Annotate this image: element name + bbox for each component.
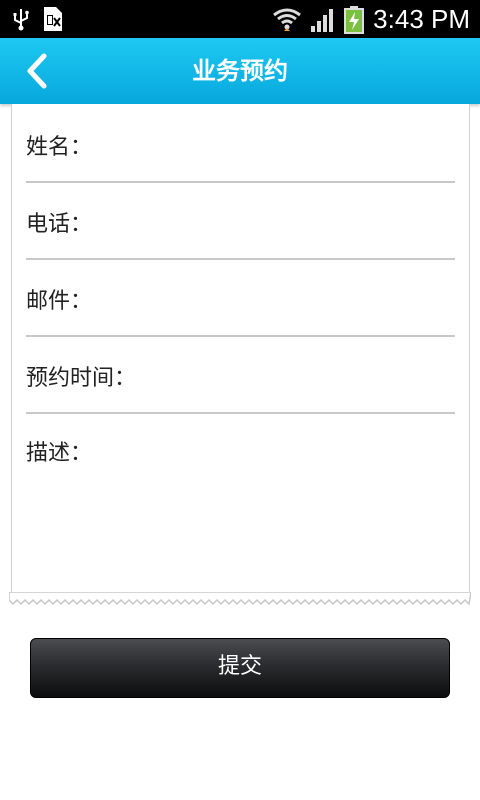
email-field-row: 邮件：	[26, 258, 455, 337]
status-bar: 3:43 PM	[0, 0, 480, 38]
sim-card-icon	[42, 6, 64, 36]
battery-charging-icon	[344, 6, 364, 38]
back-button[interactable]	[18, 50, 60, 92]
name-input[interactable]	[96, 126, 455, 172]
description-textarea[interactable]	[96, 438, 455, 588]
appointment-time-label: 预约时间：	[26, 366, 137, 391]
name-field-row: 姓名：	[26, 104, 455, 183]
appointment-form: 姓名： 电话： 邮件： 预约时间： 描述：	[11, 104, 470, 600]
wifi-icon	[272, 7, 302, 37]
signal-icon	[310, 8, 336, 36]
title-bar: 业务预约	[0, 38, 480, 104]
name-label: 姓名：	[26, 135, 93, 160]
email-input[interactable]	[96, 280, 455, 326]
page-title: 业务预约	[192, 57, 288, 85]
description-label: 描述：	[26, 441, 93, 466]
email-label: 邮件：	[26, 289, 93, 314]
card-zigzag-edge	[9, 592, 471, 606]
back-chevron-icon	[27, 53, 47, 89]
appointment-time-field-row: 预约时间：	[26, 335, 455, 414]
phone-label: 电话：	[26, 212, 93, 237]
submit-button[interactable]: 提交	[30, 638, 450, 698]
appointment-time-input[interactable]	[141, 357, 455, 403]
usb-icon	[12, 7, 30, 35]
status-time: 3:43 PM	[373, 4, 470, 34]
phone-input[interactable]	[96, 203, 455, 249]
phone-field-row: 电话：	[26, 181, 455, 260]
description-field-row: 描述：	[26, 438, 455, 588]
